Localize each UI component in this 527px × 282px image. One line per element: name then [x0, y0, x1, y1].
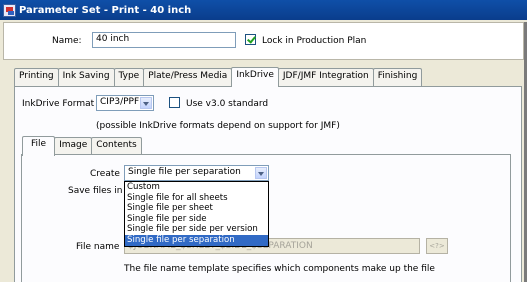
inkdrive-format-value: CIP3/PPF [100, 97, 140, 107]
subtab-contents[interactable]: Contents [91, 137, 142, 155]
create-value: Single file per separation [128, 167, 241, 177]
subtab-file[interactable]: File [22, 136, 56, 156]
option-per-side-per-version[interactable]: Single file per side per version [125, 224, 268, 235]
lock-label: Lock in Production Plan [262, 36, 367, 46]
tab-inkdrive[interactable]: InkDrive [231, 67, 279, 87]
name-input[interactable]: 40 inch [92, 32, 236, 48]
v3-standard-label: Use v3.0 standard [186, 99, 269, 109]
dialog-window: Parameter Set - Print - 40 inch Name: 40… [0, 0, 527, 282]
tab-printing[interactable]: Printing [14, 68, 59, 86]
tab-type[interactable]: Type [113, 68, 145, 86]
file-name-help: The file name template specifies which c… [124, 264, 435, 274]
option-custom[interactable]: Custom [125, 182, 268, 193]
option-per-side[interactable]: Single file per side [125, 214, 268, 225]
insert-variable-button[interactable]: <?> [426, 238, 448, 254]
create-dropdown-list[interactable]: Custom Single file for all sheets Single… [124, 181, 269, 247]
save-files-label: Save files in [68, 186, 123, 196]
file-subtabs: File Image Contents [22, 136, 142, 156]
tab-jdf-jmf-integration[interactable]: JDF/JMF Integration [277, 68, 374, 86]
option-per-sheet[interactable]: Single file per sheet [125, 203, 268, 214]
create-label: Create [90, 169, 120, 179]
inkdrive-note: (possible InkDrive formats depend on sup… [96, 121, 340, 131]
create-select[interactable]: Single file per separation [124, 165, 269, 181]
tab-plate-press-media[interactable]: Plate/Press Media [143, 68, 233, 86]
v3-standard-checkbox[interactable] [169, 97, 180, 108]
chevron-down-icon[interactable] [140, 97, 152, 109]
window-title: Parameter Set - Print - 40 inch [19, 4, 192, 16]
inkdrive-format-select[interactable]: CIP3/PPF [96, 95, 154, 111]
option-per-separation[interactable]: Single file per separation [125, 234, 268, 246]
inkdrive-format-label: InkDrive Format [22, 99, 95, 109]
option-all-sheets[interactable]: Single file for all sheets [125, 193, 268, 204]
subtab-image[interactable]: Image [54, 137, 93, 155]
chevron-down-icon[interactable] [255, 167, 267, 179]
tab-ink-saving[interactable]: Ink Saving [57, 68, 115, 86]
header-section: Name: 40 inch Lock in Production Plan [3, 22, 524, 60]
lock-checkbox[interactable] [245, 34, 256, 45]
title-bar[interactable]: Parameter Set - Print - 40 inch [0, 0, 527, 20]
name-label: Name: [52, 36, 82, 46]
tab-finishing[interactable]: Finishing [372, 68, 423, 86]
file-name-label: File name [76, 242, 120, 252]
main-tabs: Printing Ink Saving Type Plate/Press Med… [14, 67, 423, 87]
app-icon [3, 3, 16, 17]
